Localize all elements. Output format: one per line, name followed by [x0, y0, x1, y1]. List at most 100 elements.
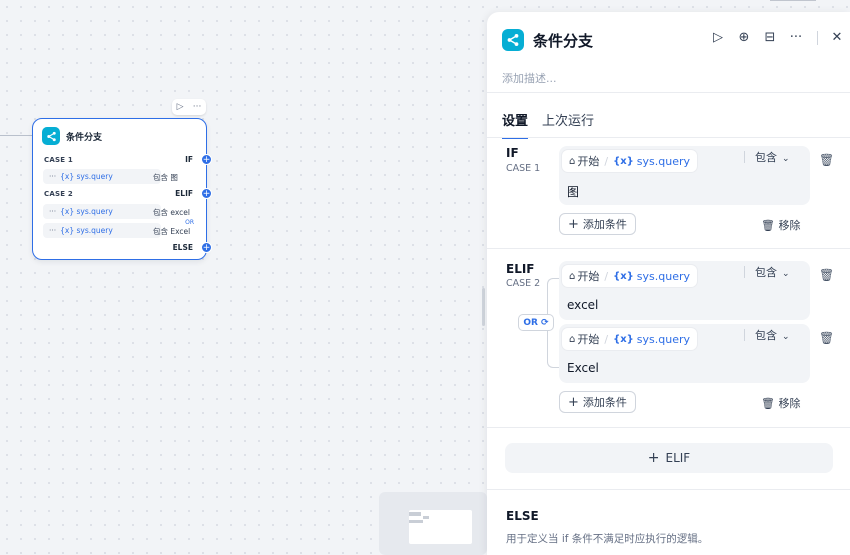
header-divider — [817, 30, 818, 45]
more-icon[interactable]: ··· — [193, 102, 202, 112]
source-node-name: 开始 — [577, 155, 600, 168]
tab-settings[interactable]: 设置 — [502, 110, 529, 139]
else-keyword: ELSE — [506, 509, 539, 523]
variable-ref: {x} sys.query — [60, 226, 113, 235]
else-handle[interactable]: + — [201, 242, 212, 253]
incoming-edge — [0, 135, 32, 136]
or-label: OR — [185, 219, 194, 226]
path-separator: / — [604, 154, 609, 168]
home-icon: ⌂ — [569, 333, 576, 345]
remove-case-button[interactable]: 🗑 移除 — [761, 217, 800, 233]
if-else-node[interactable]: 条件分支 CASE 1 IF + ··· {x} sys.query 包含 图 … — [32, 118, 212, 260]
variable-name: sys.query — [636, 332, 691, 346]
locate-icon[interactable]: ⊕ — [731, 30, 757, 45]
home-icon: ⌂ — [569, 270, 576, 282]
run-node-icon[interactable]: ▷ — [177, 102, 184, 112]
variable-selector[interactable]: ⌂ 开始 / {x} sys.query — [562, 150, 698, 172]
condition-op: 包含 Excel — [153, 227, 191, 236]
docs-icon[interactable]: ⊟ — [757, 30, 783, 45]
condition-op: 包含 excel — [153, 208, 191, 217]
switch-icon: ⟳ — [541, 317, 549, 328]
elif-condition-card[interactable]: ⌂ 开始 / {x} sys.query 包含 ⌄ excel — [559, 261, 810, 320]
branch-icon — [502, 29, 524, 51]
node-dots: ··· — [49, 226, 57, 235]
if-handle[interactable]: + — [201, 154, 212, 165]
divider — [487, 92, 850, 93]
path-separator: / — [604, 269, 609, 283]
variable-ref: {x} sys.query — [60, 207, 113, 216]
operator-divider — [744, 151, 745, 163]
plus-icon: + — [647, 450, 660, 466]
variable-icon: {x} — [613, 333, 634, 345]
variable-icon: {x} — [613, 155, 634, 167]
minimap[interactable] — [379, 492, 487, 555]
elif-handle[interactable]: + — [201, 188, 212, 199]
node-dots: ··· — [49, 172, 57, 181]
condition-value-input[interactable]: excel — [567, 298, 598, 312]
minimap-node — [409, 520, 423, 523]
divider — [487, 427, 850, 428]
add-condition-button[interactable]: + 添加条件 — [559, 213, 636, 235]
operator-select[interactable]: 包含 ⌄ — [755, 327, 790, 343]
chevron-down-icon: ⌄ — [782, 332, 790, 342]
more-icon[interactable]: ··· — [783, 30, 809, 45]
panel-tabs: 设置 上次运行 — [502, 110, 608, 139]
path-separator: / — [604, 332, 609, 346]
panel-title[interactable]: 条件分支 — [533, 30, 593, 51]
chevron-down-icon: ⌄ — [782, 154, 790, 164]
operator-divider — [744, 329, 745, 341]
case-2-label: CASE 2 — [44, 190, 73, 198]
panel-header: 条件分支 — [502, 29, 593, 51]
variable-name: sys.query — [636, 269, 691, 283]
elif-condition-card[interactable]: ⌂ 开始 / {x} sys.query 包含 ⌄ Excel — [559, 324, 810, 383]
canvas-edge-mark — [770, 0, 816, 1]
if-keyword: IF — [506, 146, 519, 160]
case-1-label: CASE 1 — [44, 156, 73, 164]
run-icon[interactable]: ▷ — [705, 30, 731, 45]
variable-selector[interactable]: ⌂ 开始 / {x} sys.query — [562, 265, 698, 287]
node-dots: ··· — [49, 207, 57, 216]
close-icon[interactable]: ✕ — [824, 30, 850, 45]
if-label: IF — [185, 155, 193, 164]
condition-value-input[interactable]: 图 — [567, 183, 579, 200]
condition-row: ··· {x} sys.query — [43, 169, 161, 184]
node-toolbar: ▷ ··· — [172, 99, 206, 115]
node-settings-panel: 条件分支 ▷ ⊕ ⊟ ··· ✕ 添加描述... 设置 上次运行 IF CASE… — [487, 12, 850, 555]
variable-icon: {x} — [613, 270, 634, 282]
delete-condition-icon[interactable]: 🗑 — [819, 153, 834, 167]
plus-icon: + — [568, 216, 579, 232]
divider — [487, 137, 850, 138]
logic-toggle[interactable]: OR ⟳ — [518, 314, 554, 331]
elif-case-label: CASE 2 — [506, 278, 541, 289]
source-node-name: 开始 — [577, 270, 600, 283]
tab-last-run[interactable]: 上次运行 — [542, 110, 594, 139]
condition-value-input[interactable]: Excel — [567, 361, 599, 375]
elif-keyword: ELIF — [506, 262, 535, 276]
divider — [487, 489, 850, 490]
condition-row: ··· {x} sys.query — [43, 204, 161, 219]
add-elif-button[interactable]: + ELIF — [505, 443, 833, 473]
plus-icon: + — [568, 394, 579, 410]
elif-label: ELIF — [175, 189, 193, 198]
condition-row: ··· {x} sys.query — [43, 223, 161, 238]
add-condition-button[interactable]: + 添加条件 — [559, 391, 636, 413]
panel-resize-handle[interactable] — [482, 288, 485, 326]
if-case-label: CASE 1 — [506, 163, 541, 174]
remove-case-button[interactable]: 🗑 移除 — [761, 395, 800, 411]
node-title: 条件分支 — [66, 132, 103, 143]
panel-actions: ▷ ⊕ ⊟ ··· ✕ — [705, 30, 850, 45]
source-node-name: 开始 — [577, 333, 600, 346]
description-input[interactable]: 添加描述... — [502, 70, 557, 86]
branch-icon — [42, 127, 60, 145]
node-header: 条件分支 — [42, 127, 102, 145]
home-icon: ⌂ — [569, 155, 576, 167]
else-description: 用于定义当 if 条件不满足时应执行的逻辑。 — [506, 533, 709, 545]
delete-condition-icon[interactable]: 🗑 — [819, 268, 834, 282]
operator-select[interactable]: 包含 ⌄ — [755, 264, 790, 280]
delete-condition-icon[interactable]: 🗑 — [819, 331, 834, 345]
if-condition-card[interactable]: ⌂ 开始 / {x} sys.query 包含 ⌄ 图 — [559, 146, 810, 205]
operator-divider — [744, 266, 745, 278]
chevron-down-icon: ⌄ — [782, 269, 790, 279]
variable-selector[interactable]: ⌂ 开始 / {x} sys.query — [562, 328, 698, 350]
operator-select[interactable]: 包含 ⌄ — [755, 149, 790, 165]
